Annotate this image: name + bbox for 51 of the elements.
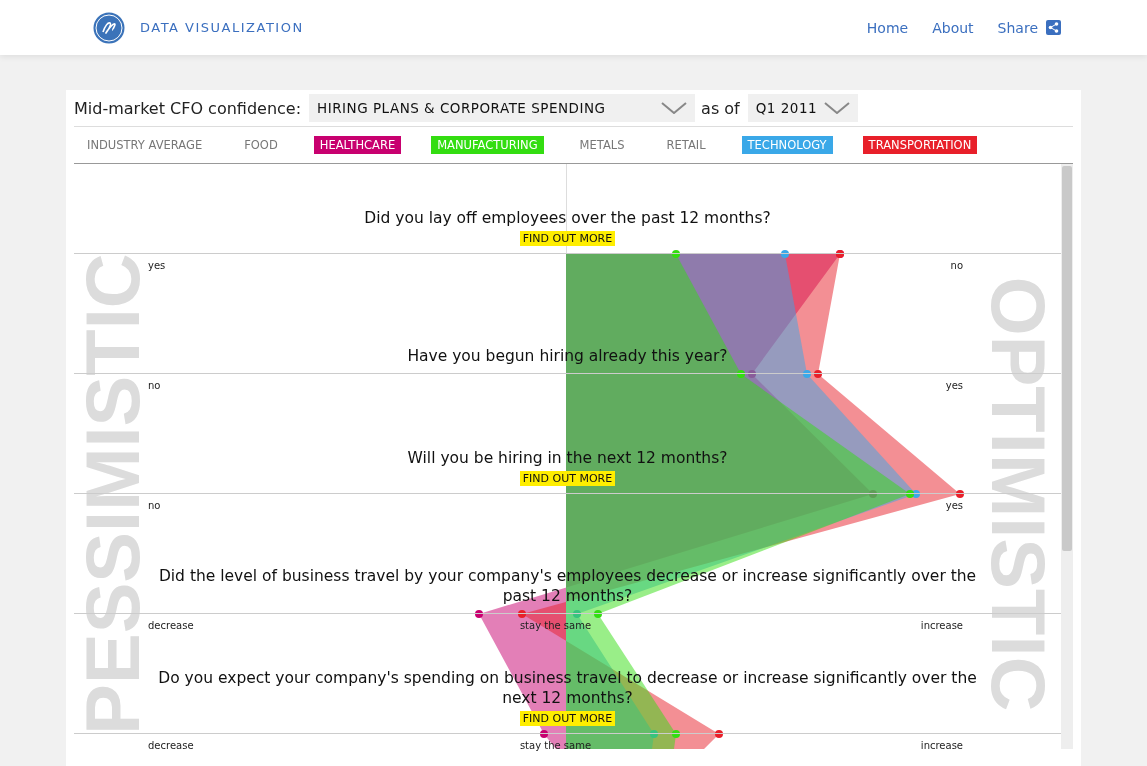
axis-label: decrease	[148, 740, 194, 751]
axis-label: no	[148, 380, 161, 391]
period-dropdown[interactable]: Q1 2011	[747, 94, 858, 122]
data-point	[781, 250, 789, 258]
scrollbar[interactable]	[1061, 164, 1073, 749]
chevron-down-icon	[823, 102, 850, 114]
data-point	[869, 490, 877, 498]
data-point	[672, 730, 680, 738]
industry-tag[interactable]: FOOD	[238, 136, 284, 154]
logo-icon[interactable]	[93, 11, 125, 44]
question-text: Will you be hiring in the next 12 months?	[407, 448, 728, 468]
data-point	[672, 250, 680, 258]
axis-label: no	[950, 260, 963, 271]
find-out-more-link[interactable]: FIND OUT MORE	[519, 231, 616, 246]
industry-tag[interactable]: TRANSPORTATION	[862, 136, 978, 154]
data-point	[814, 370, 822, 378]
data-point	[475, 610, 483, 618]
axis-label: decrease	[148, 620, 194, 631]
question-text: Did you lay off employees over the past 12 months?	[364, 208, 771, 228]
nav-link[interactable]: Home	[866, 19, 909, 36]
find-out-more-link[interactable]: FIND OUT MORE	[519, 711, 616, 726]
data-point	[803, 370, 811, 378]
nav-link[interactable]: Share	[997, 19, 1061, 36]
data-point	[748, 370, 756, 378]
axis-label: increase	[920, 740, 963, 751]
data-point	[540, 730, 548, 738]
data-point	[956, 490, 964, 498]
data-point	[715, 730, 723, 738]
data-point	[594, 610, 602, 618]
industry-tag[interactable]: HEALTHCARE	[313, 136, 402, 154]
data-point	[573, 610, 581, 618]
data-point	[737, 370, 745, 378]
industry-tag[interactable]: TECHNOLOGY	[741, 136, 833, 154]
nav-link[interactable]: About	[932, 19, 974, 36]
find-out-more-link[interactable]: FIND OUT MORE	[519, 471, 616, 486]
as-of-label: as of	[701, 98, 740, 118]
axis-label: yes	[945, 380, 963, 391]
axis-label: increase	[920, 620, 963, 631]
chevron-down-icon	[661, 102, 688, 114]
axis-label: yes	[945, 500, 963, 511]
industry-tag[interactable]: METALS	[573, 136, 631, 154]
industry-tag[interactable]: RETAIL	[660, 136, 712, 154]
industry-tag[interactable]: INDUSTRY AVERAGE	[81, 136, 209, 154]
toolbar-label: Mid-market CFO confidence:	[74, 98, 302, 118]
brand-title: DATA VISUALIZATION	[140, 20, 305, 35]
data-point	[518, 610, 526, 618]
share-icon	[1046, 20, 1061, 35]
topic-dropdown[interactable]: HIRING PLANS & CORPORATE SPENDING	[309, 94, 696, 122]
data-point	[650, 730, 658, 738]
axis-label: yes	[148, 260, 166, 271]
axis-label: no	[148, 500, 161, 511]
